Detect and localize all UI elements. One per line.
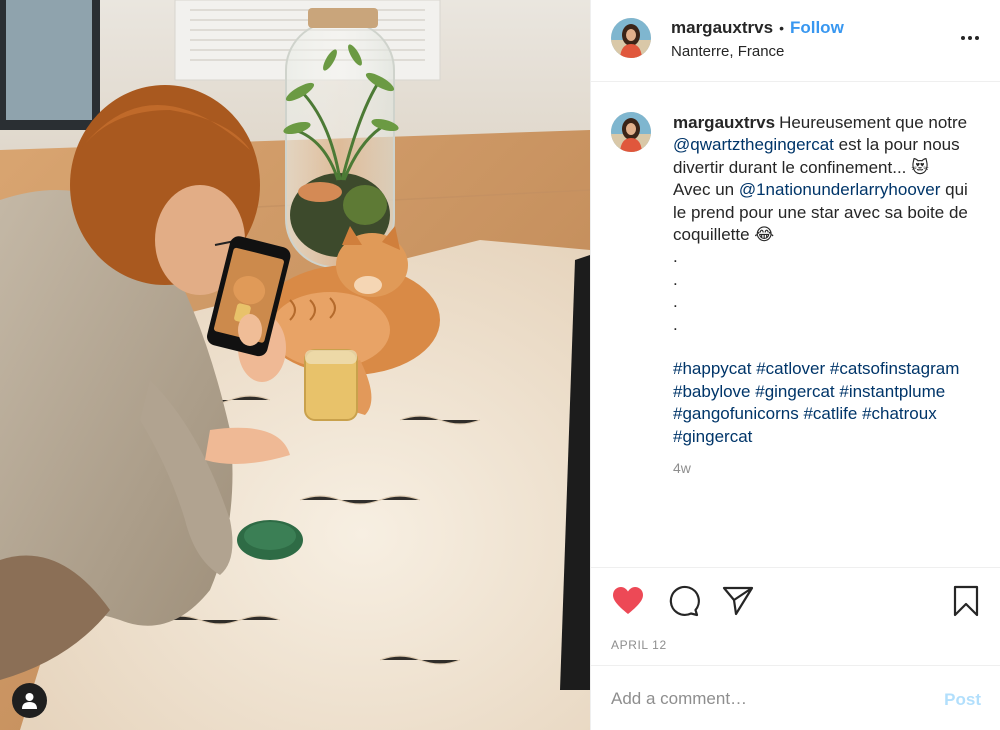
- laughing-emoji: 😂: [754, 225, 775, 246]
- caption-avatar[interactable]: [611, 112, 651, 152]
- follow-button[interactable]: Follow: [790, 18, 844, 38]
- caption-timestamp[interactable]: 4w: [673, 460, 691, 476]
- location-link[interactable]: Nanterre, France: [671, 43, 784, 60]
- more-options-icon[interactable]: [960, 28, 980, 48]
- header-username[interactable]: margauxtrvs: [671, 18, 773, 38]
- comment-input[interactable]: [611, 686, 931, 712]
- paper-plane-icon[interactable]: [721, 584, 755, 618]
- hashtag-link[interactable]: #catsofinstagram: [830, 359, 959, 378]
- caption-text-part: Avec un: [673, 180, 739, 200]
- avatar-image: [611, 112, 651, 152]
- avatar[interactable]: [611, 18, 651, 58]
- post-date[interactable]: APRIL 12: [611, 638, 667, 652]
- bookmark-icon[interactable]: [949, 584, 983, 618]
- caption-text-part: Heureusement que notre: [779, 113, 968, 132]
- hashtag-link[interactable]: #happycat: [673, 359, 751, 378]
- action-bar: APRIL 12: [591, 567, 1000, 665]
- speech-bubble-icon[interactable]: [666, 584, 700, 618]
- hashtag-link[interactable]: #gangofunicorns: [673, 404, 799, 423]
- post-details-panel: margauxtrvs • Follow Nanterre, France ma…: [590, 0, 1000, 730]
- caption-dot: .: [673, 269, 678, 289]
- comment-bar: Post: [591, 665, 1000, 730]
- hashtag-link[interactable]: #instantplume: [839, 382, 945, 401]
- hashtag-link[interactable]: #gingercat: [755, 382, 834, 401]
- hashtag-link[interactable]: #catlife: [803, 404, 857, 423]
- caption-username[interactable]: margauxtrvs: [673, 113, 775, 132]
- avatar-image: [611, 18, 651, 58]
- post-comment-button[interactable]: Post: [944, 690, 981, 710]
- caption-dot: .: [673, 247, 678, 267]
- caption-text: margauxtrvs Heureusement que notre @qwart…: [673, 112, 985, 448]
- caption-area: margauxtrvs Heureusement que notre @qwart…: [591, 82, 1000, 567]
- hashtag-link[interactable]: #babylove: [673, 382, 751, 401]
- hashtag-link[interactable]: #catlover: [756, 359, 825, 378]
- hashtag-link[interactable]: #chatroux: [862, 404, 937, 423]
- post-header: margauxtrvs • Follow Nanterre, France: [591, 0, 1000, 82]
- photo-illustration: [0, 0, 590, 730]
- mention-link[interactable]: @qwartzthegingercat: [673, 135, 834, 154]
- tagged-users-button[interactable]: [12, 683, 47, 718]
- heart-eyes-cat-emoji: 😻: [911, 157, 929, 178]
- mention-link[interactable]: @1nationunderlarryhoover: [739, 180, 941, 199]
- post-photo[interactable]: [0, 0, 590, 730]
- caption-dot: .: [673, 314, 678, 334]
- caption-dot: .: [673, 292, 678, 312]
- heart-filled-icon[interactable]: [611, 584, 645, 618]
- hashtag-link[interactable]: #gingercat: [673, 427, 752, 446]
- separator-dot: •: [779, 20, 784, 36]
- person-icon: [22, 693, 37, 709]
